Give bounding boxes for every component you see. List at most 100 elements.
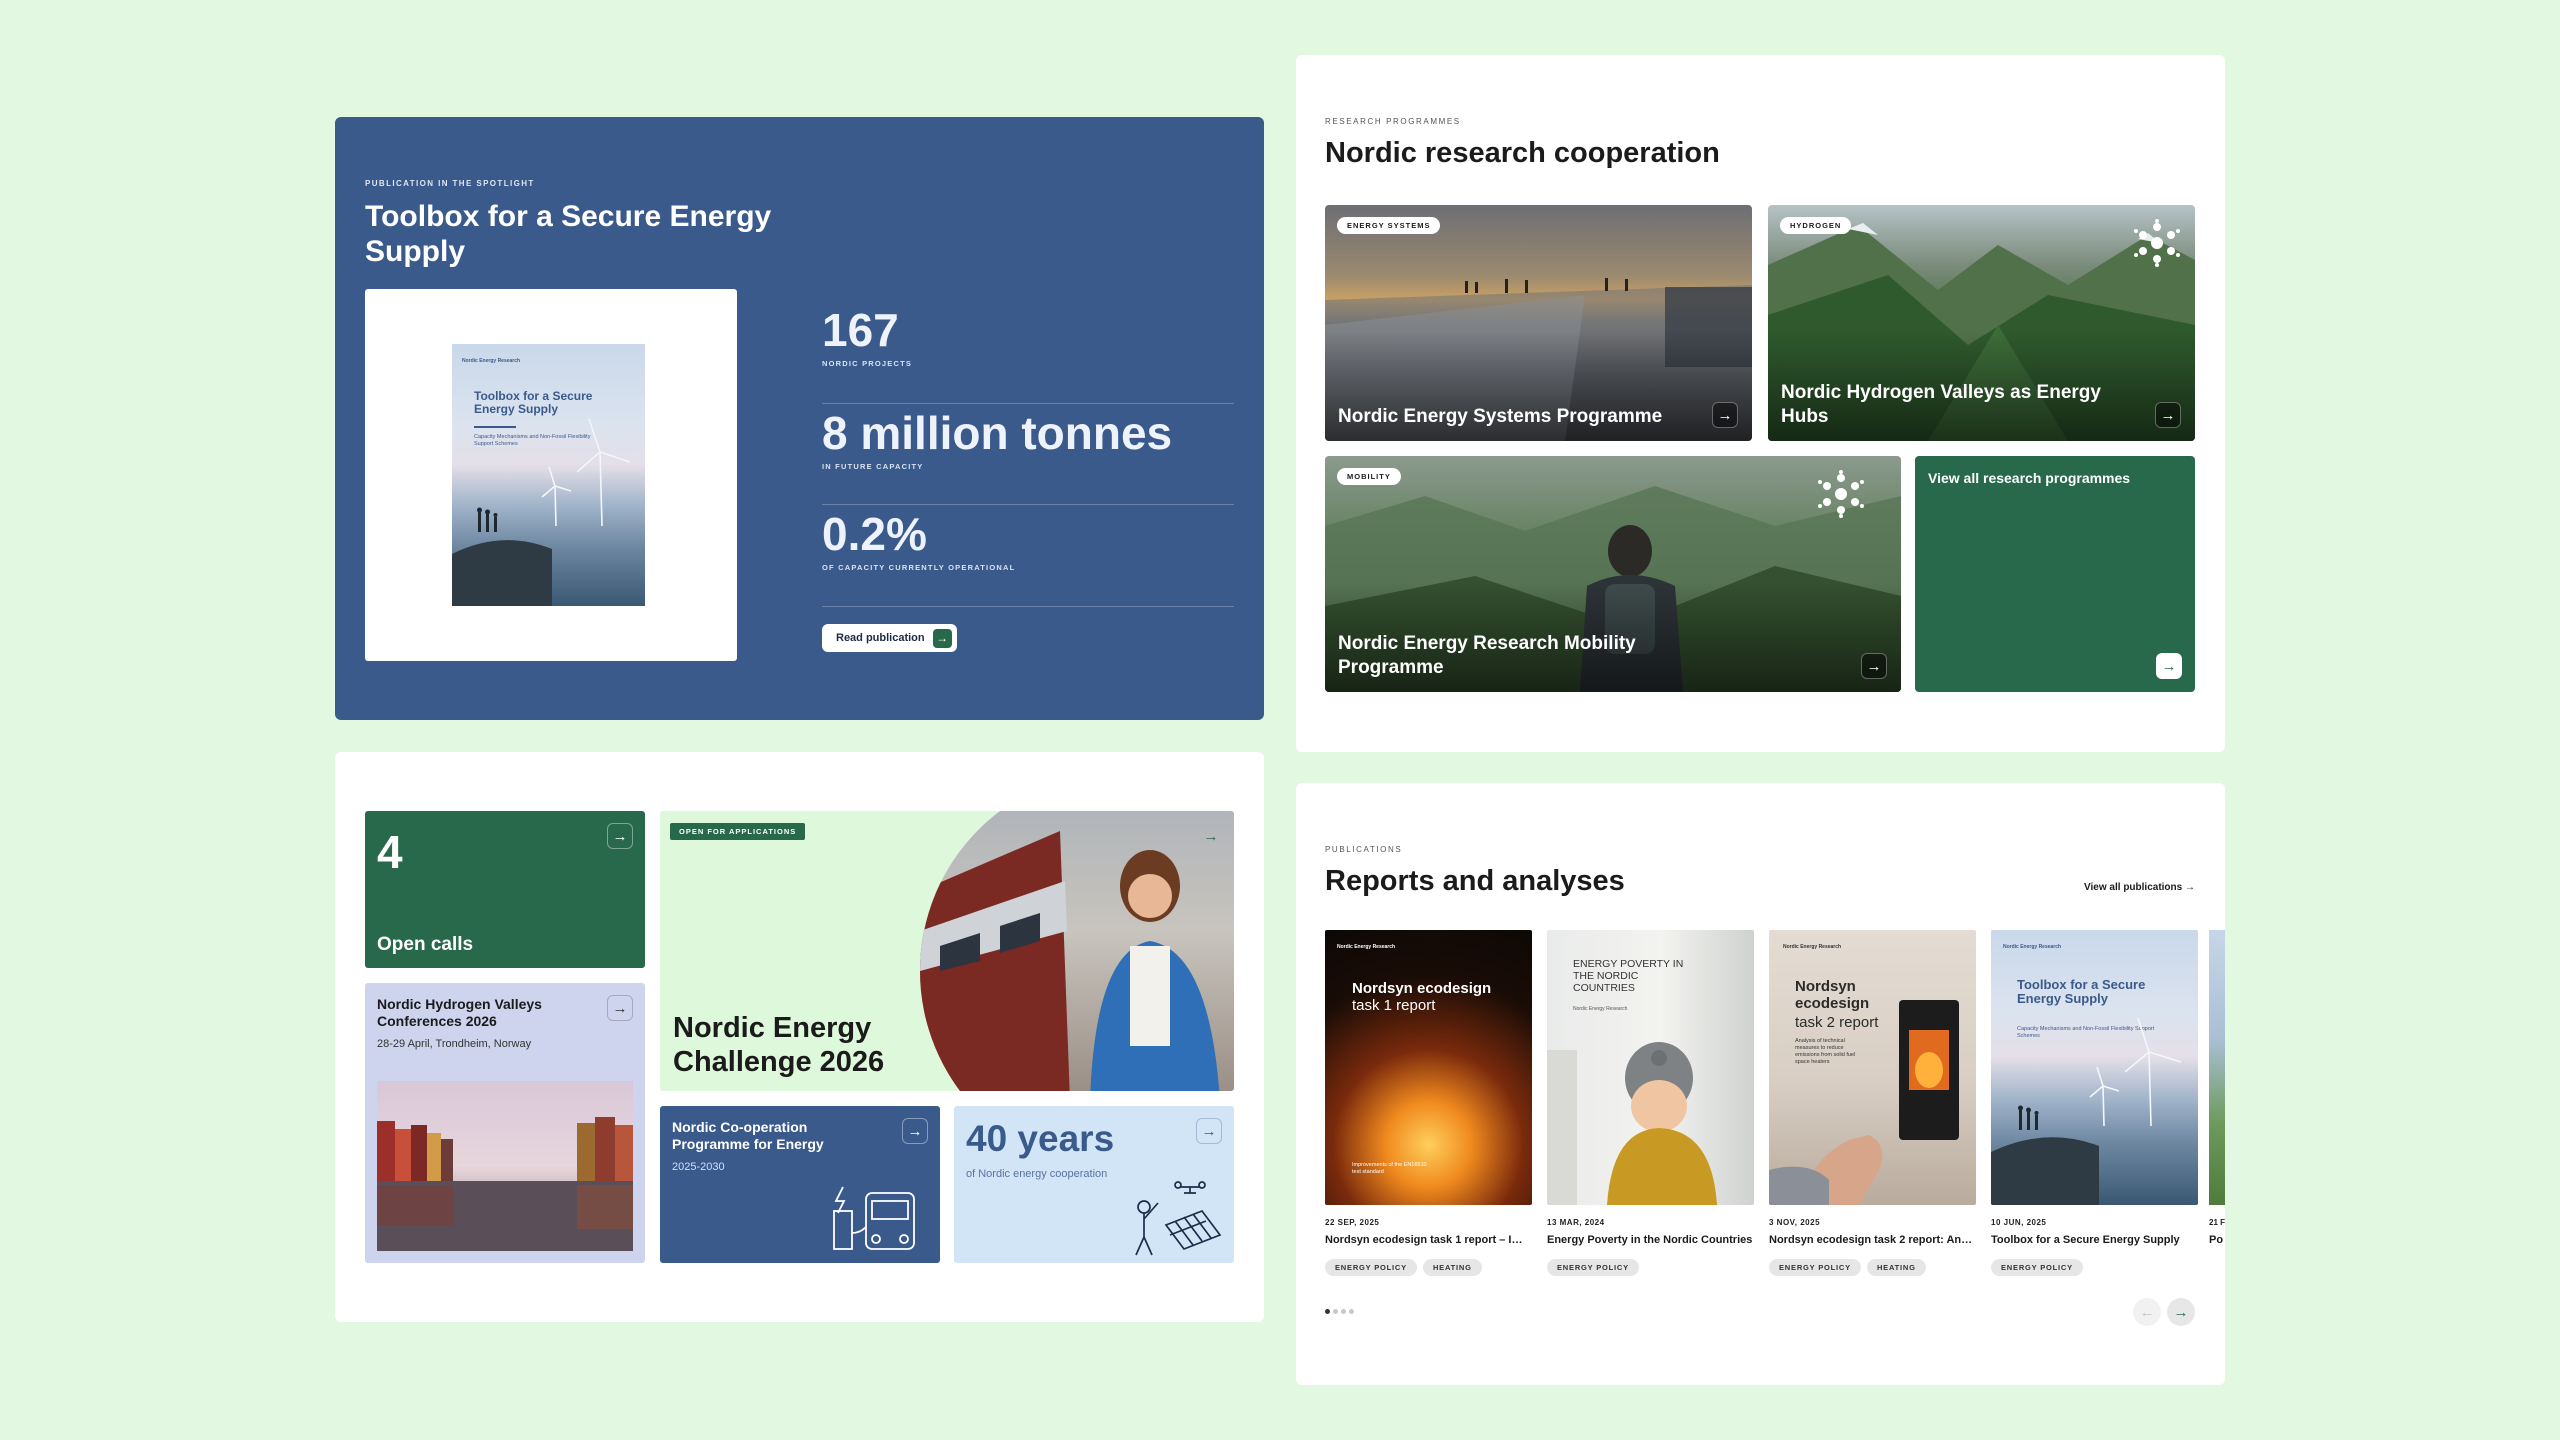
open-calls-label: Open calls <box>377 934 474 955</box>
cooperation-programme-card[interactable]: Nordic Co-operation Programme for Energy… <box>660 1106 940 1263</box>
carousel-dot[interactable] <box>1333 1309 1338 1314</box>
publication-item[interactable]: Nordic Energy Research Nordsyn ecodesign… <box>1325 930 1532 1276</box>
publication-item-partial[interactable]: 21 F Po E <box>2209 930 2225 1250</box>
arrow-right-icon[interactable]: → <box>607 995 633 1021</box>
card-hydrogen[interactable]: HYDROGEN Nordic Hydrogen Valleys as Ener… <box>1768 205 2195 441</box>
publication-cover[interactable]: Nordic Energy Research Toolbox for a Sec… <box>452 344 645 606</box>
tag-energy-policy[interactable]: ENERGY POLICY <box>1991 1259 2083 1276</box>
card-title: Nordic Energy Systems Programme <box>1338 406 1663 427</box>
tag-heating[interactable]: HEATING <box>1422 1259 1482 1276</box>
person-solar-drone-icon <box>1135 1181 1222 1256</box>
publication-cover[interactable]: Nordic Energy Research Toolbox for a Sec… <box>1991 930 2198 1205</box>
reports-title: Reports and analyses <box>1325 865 1625 897</box>
stat-value: 8 million tonnes <box>822 407 1173 459</box>
publication-cover[interactable]: Nordic Energy Research Nordsyn ecodesign… <box>1769 930 1976 1205</box>
publication-cover-frame[interactable]: Nordic Energy Research Toolbox for a Sec… <box>365 289 737 661</box>
hydrogen-snowflake-icon <box>2134 219 2180 267</box>
card-mobility[interactable]: MOBILITY Nordic Energy Research Mobility… <box>1325 456 1901 692</box>
arrow-right-icon[interactable]: → <box>2167 1298 2195 1326</box>
view-all-publications-link[interactable]: View all publications → <box>2084 882 2195 893</box>
carousel-dot[interactable] <box>1349 1309 1354 1314</box>
tag-heating[interactable]: HEATING <box>1866 1259 1926 1276</box>
arrow-right-icon[interactable]: → <box>607 823 633 849</box>
publication-title[interactable]: Po <box>2209 1234 2225 1246</box>
read-publication-label: Read publication <box>836 632 925 644</box>
view-all-research-label: View all research programmes <box>1928 470 2131 486</box>
publication-item[interactable]: Nordic Energy Research Nordsyn ecodesign… <box>1769 930 1976 1276</box>
reports-eyebrow: PUBLICATIONS <box>1325 845 1403 854</box>
carousel-dot[interactable] <box>1341 1309 1346 1314</box>
research-title: Nordic research cooperation <box>1325 137 1720 169</box>
programme-years: 2025-2030 <box>672 1161 725 1173</box>
publication-title[interactable]: Nordsyn ecodesign task 2 report: Analysi… <box>1769 1234 1976 1246</box>
cover-subtitle: task 1 report <box>1352 997 1436 1014</box>
arrow-right-icon[interactable]: → <box>1198 823 1224 849</box>
stat-label: OF CAPACITY CURRENTLY OPERATIONAL <box>822 563 1016 572</box>
calls-panel: 4 Open calls → OPEN FOR APPLICATIONS Nor… <box>335 752 1264 1322</box>
publication-title[interactable]: Toolbox for a Secure Energy Supply <box>1991 1234 2198 1246</box>
anniversary-sub: of Nordic energy cooperation <box>966 1168 1108 1180</box>
stat-label: NORDIC PROJECTS <box>822 359 913 368</box>
arrow-right-icon: → <box>932 628 952 648</box>
stat-value: 167 <box>822 304 899 356</box>
publication-tags: ENERGY POLICY HEATING <box>1325 1259 1532 1276</box>
challenge-title: Nordic Energy Challenge 2026 <box>673 1012 885 1078</box>
tag-energy-policy[interactable]: ENERGY POLICY <box>1769 1259 1861 1276</box>
trondheim-photo <box>377 1081 633 1251</box>
publication-cover[interactable] <box>2209 930 2225 1205</box>
publication-date: 10 JUN, 2025 <box>1991 1218 2047 1227</box>
cover-note: Improvements of the EN16510 test standar… <box>1352 1162 1427 1175</box>
cover-brand: Nordic Energy Research <box>1337 944 1396 950</box>
card-title: Nordic Energy Research Mobility Programm… <box>1338 633 1636 678</box>
programme-title: Nordic Co-operation Programme for Energy <box>672 1119 824 1152</box>
publication-item[interactable]: ENERGY POVERTY IN THE NORDIC COUNTRIES N… <box>1547 930 1754 1276</box>
wind-turbine-icon <box>452 418 631 606</box>
publication-cover[interactable]: Nordic Energy Research Nordsyn ecodesign… <box>1325 930 1532 1205</box>
card-title: Nordic Hydrogen Valleys as Energy Hubs <box>1781 382 2101 427</box>
stat-operational: 0.2% OF CAPACITY CURRENTLY OPERATIONAL <box>822 509 1234 607</box>
publication-title[interactable]: Energy Poverty in the Nordic Countries <box>1547 1234 1754 1246</box>
stat-value: 0.2% <box>822 508 927 560</box>
spotlight-title[interactable]: Toolbox for a Secure Energy Supply <box>365 199 825 269</box>
stat-label: IN FUTURE CAPACITY <box>822 462 924 471</box>
cover-title: Nordsyn ecodesign <box>1352 980 1492 997</box>
view-all-research-card[interactable]: View all research programmes → <box>1915 456 2195 692</box>
arrow-right-icon[interactable]: → <box>1861 653 1887 679</box>
spotlight-eyebrow: PUBLICATION IN THE SPOTLIGHT <box>365 179 535 188</box>
publication-date: 3 NOV, 2025 <box>1769 1218 1821 1227</box>
spotlight-panel: PUBLICATION IN THE SPOTLIGHT Toolbox for… <box>335 117 1264 720</box>
reports-panel: PUBLICATIONS Reports and analyses View a… <box>1296 783 2225 1385</box>
open-calls-card[interactable]: 4 Open calls → <box>365 811 645 968</box>
conference-card[interactable]: Nordic Hydrogen Valleys Conferences 2026… <box>365 983 645 1263</box>
anniversary-title: 40 years <box>966 1118 1115 1159</box>
arrow-left-icon[interactable]: ← <box>2133 1298 2161 1326</box>
publication-cover[interactable]: ENERGY POVERTY IN THE NORDIC COUNTRIES N… <box>1547 930 1754 1205</box>
child-photo <box>1547 1042 1717 1205</box>
arrow-right-icon[interactable]: → <box>2156 653 2182 679</box>
open-for-applications-tag: OPEN FOR APPLICATIONS <box>670 823 806 840</box>
publication-date: 22 SEP, 2025 <box>1325 1218 1380 1227</box>
card-tag: HYDROGEN <box>1780 217 1852 234</box>
conference-title: Nordic Hydrogen Valleys Conferences 2026 <box>377 996 542 1029</box>
publication-tags: ENERGY POLICY <box>1991 1259 2198 1276</box>
arrow-right-icon[interactable]: → <box>1196 1118 1222 1144</box>
arrow-right-icon[interactable]: → <box>2155 402 2181 428</box>
publication-date: 13 MAR, 2024 <box>1547 1218 1605 1227</box>
publication-date: 21 F <box>2209 1218 2225 1227</box>
arrow-right-icon[interactable]: → <box>1712 402 1738 428</box>
tag-energy-policy[interactable]: ENERGY POLICY <box>1547 1259 1639 1276</box>
stat-capacity: 8 million tonnes IN FUTURE CAPACITY <box>822 408 1234 505</box>
arrow-right-icon[interactable]: → <box>902 1118 928 1144</box>
publication-item[interactable]: Nordic Energy Research Toolbox for a Sec… <box>1991 930 2198 1276</box>
tag-energy-policy[interactable]: ENERGY POLICY <box>1325 1259 1417 1276</box>
card-tag: MOBILITY <box>1337 468 1401 485</box>
publication-title[interactable]: Nordsyn ecodesign task 1 report – Improv… <box>1325 1234 1532 1246</box>
conference-meta: 28-29 April, Trondheim, Norway <box>377 1038 532 1050</box>
carousel-dot-active[interactable] <box>1325 1309 1330 1314</box>
challenge-card[interactable]: OPEN FOR APPLICATIONS Nordic Energy Chal… <box>660 811 1234 1091</box>
publication-tags: ENERGY POLICY HEATING <box>1769 1259 1976 1276</box>
card-energy-systems[interactable]: ENERGY SYSTEMS Nordic Energy Systems Pro… <box>1325 205 1752 441</box>
read-publication-button[interactable]: Read publication → <box>822 624 957 652</box>
card-tag: ENERGY SYSTEMS <box>1337 217 1441 234</box>
anniversary-card[interactable]: 40 years of Nordic energy cooperation → <box>954 1106 1234 1263</box>
